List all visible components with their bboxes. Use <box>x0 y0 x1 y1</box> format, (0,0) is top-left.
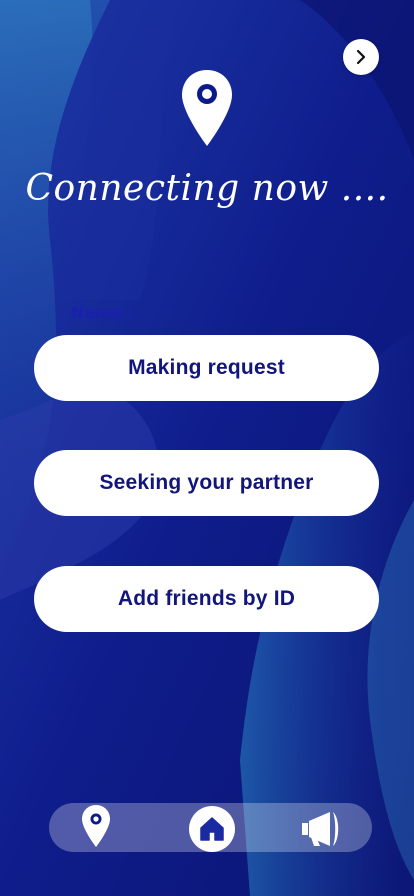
bottom-tab-bar <box>49 803 372 852</box>
location-pin-icon <box>182 70 232 146</box>
page-title: Connecting now .... <box>25 168 389 209</box>
tab-home[interactable] <box>189 806 235 852</box>
tab-announcements[interactable] <box>299 806 345 850</box>
location-pin-icon <box>82 805 110 847</box>
chevron-right-icon <box>356 49 366 65</box>
megaphone-icon <box>302 812 339 846</box>
seeking-partner-button[interactable]: Seeking your partner <box>34 450 379 516</box>
making-request-button[interactable]: Making request <box>34 335 379 401</box>
name-label: Name : <box>71 303 135 322</box>
home-icon <box>200 817 224 841</box>
tab-location[interactable] <box>79 803 113 849</box>
add-friends-button[interactable]: Add friends by ID <box>34 566 379 632</box>
next-button[interactable] <box>343 39 379 75</box>
